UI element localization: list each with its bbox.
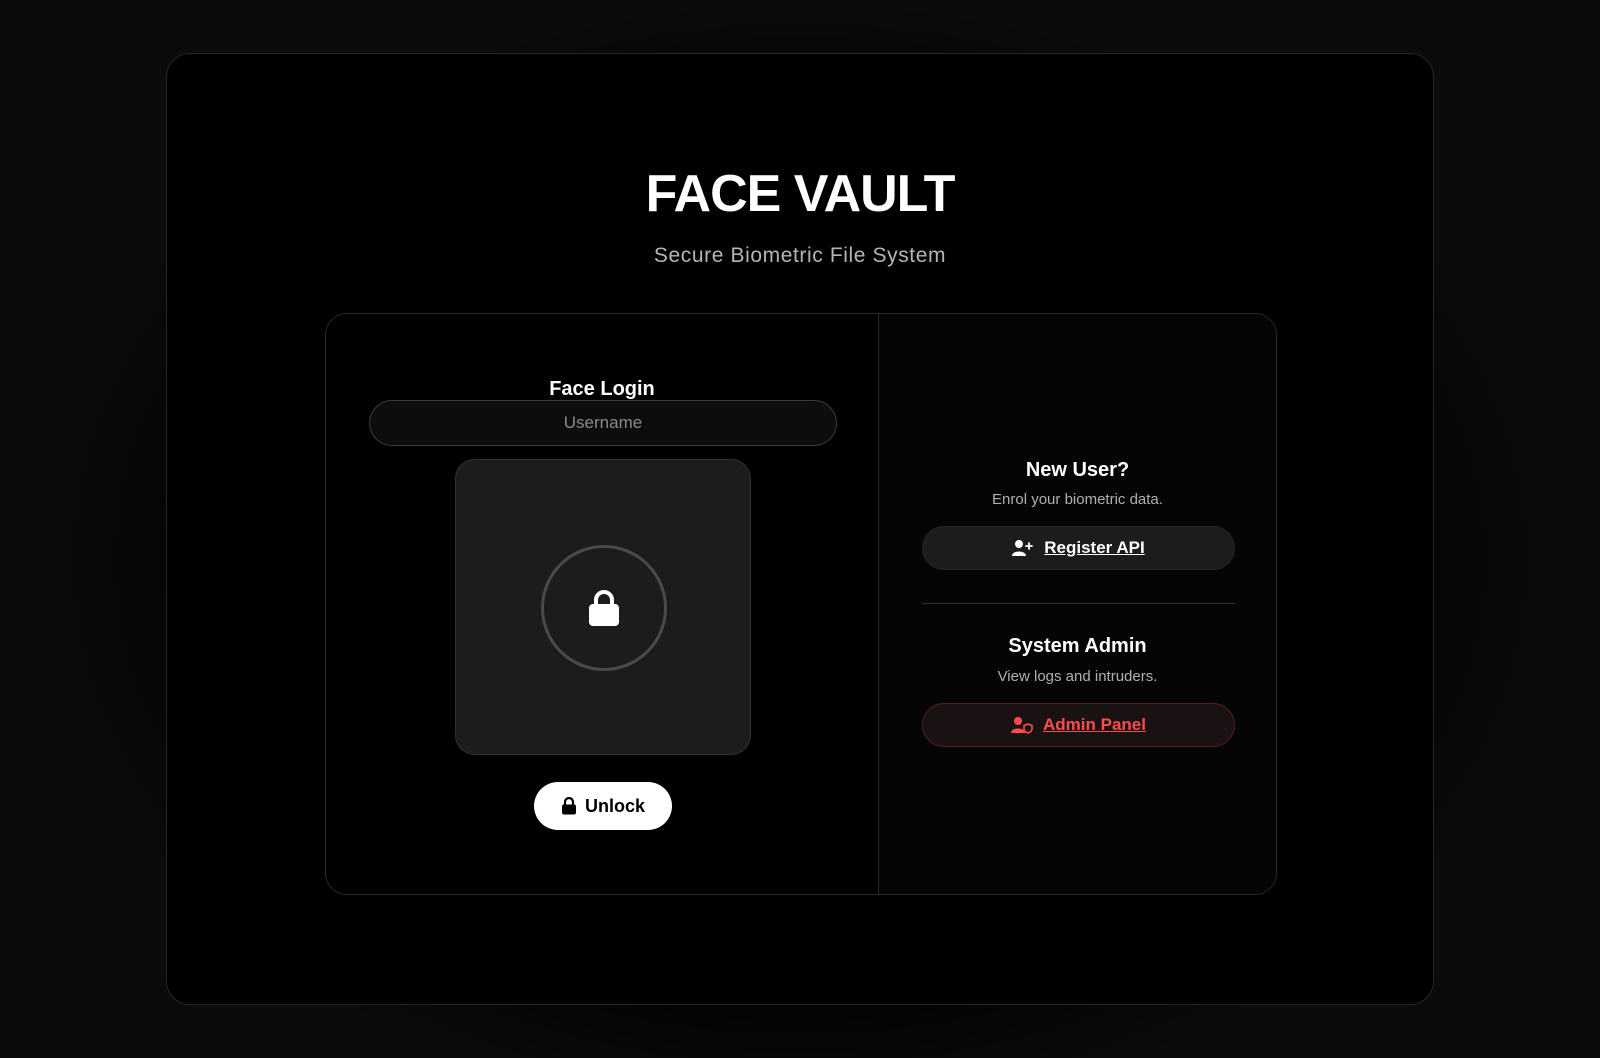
register-api-label: Register API — [1044, 538, 1145, 557]
unlock-button[interactable]: Unlock — [534, 782, 672, 830]
lock-icon — [561, 797, 576, 815]
system-admin-description: View logs and intruders. — [997, 668, 1158, 685]
auth-panel: Face Login Unlock New User? — [325, 313, 1277, 895]
username-input[interactable] — [369, 400, 837, 446]
new-user-description: Enrol your biometric data. — [992, 491, 1163, 508]
lock-ring — [541, 545, 667, 671]
app-subtitle: Secure Biometric File System — [653, 244, 947, 267]
side-actions-section: New User? Enrol your biometric data. Reg… — [879, 314, 1276, 894]
user-shield-icon — [1011, 717, 1033, 734]
user-plus-icon — [1012, 540, 1034, 556]
new-user-title: New User? — [1025, 459, 1130, 481]
camera-preview — [455, 459, 751, 755]
app-container: FACE VAULT Secure Biometric File System … — [166, 53, 1434, 1005]
section-divider — [922, 603, 1235, 604]
register-api-button[interactable]: Register API — [922, 526, 1235, 570]
admin-panel-button[interactable]: Admin Panel — [922, 703, 1235, 747]
system-admin-title: System Admin — [1008, 635, 1147, 657]
face-login-title: Face Login — [549, 378, 655, 400]
app-title: FACE VAULT — [645, 165, 956, 223]
admin-panel-label: Admin Panel — [1043, 715, 1146, 734]
face-login-section: Face Login Unlock — [326, 314, 879, 894]
unlock-button-label: Unlock — [584, 795, 645, 816]
lock-icon — [589, 590, 619, 626]
